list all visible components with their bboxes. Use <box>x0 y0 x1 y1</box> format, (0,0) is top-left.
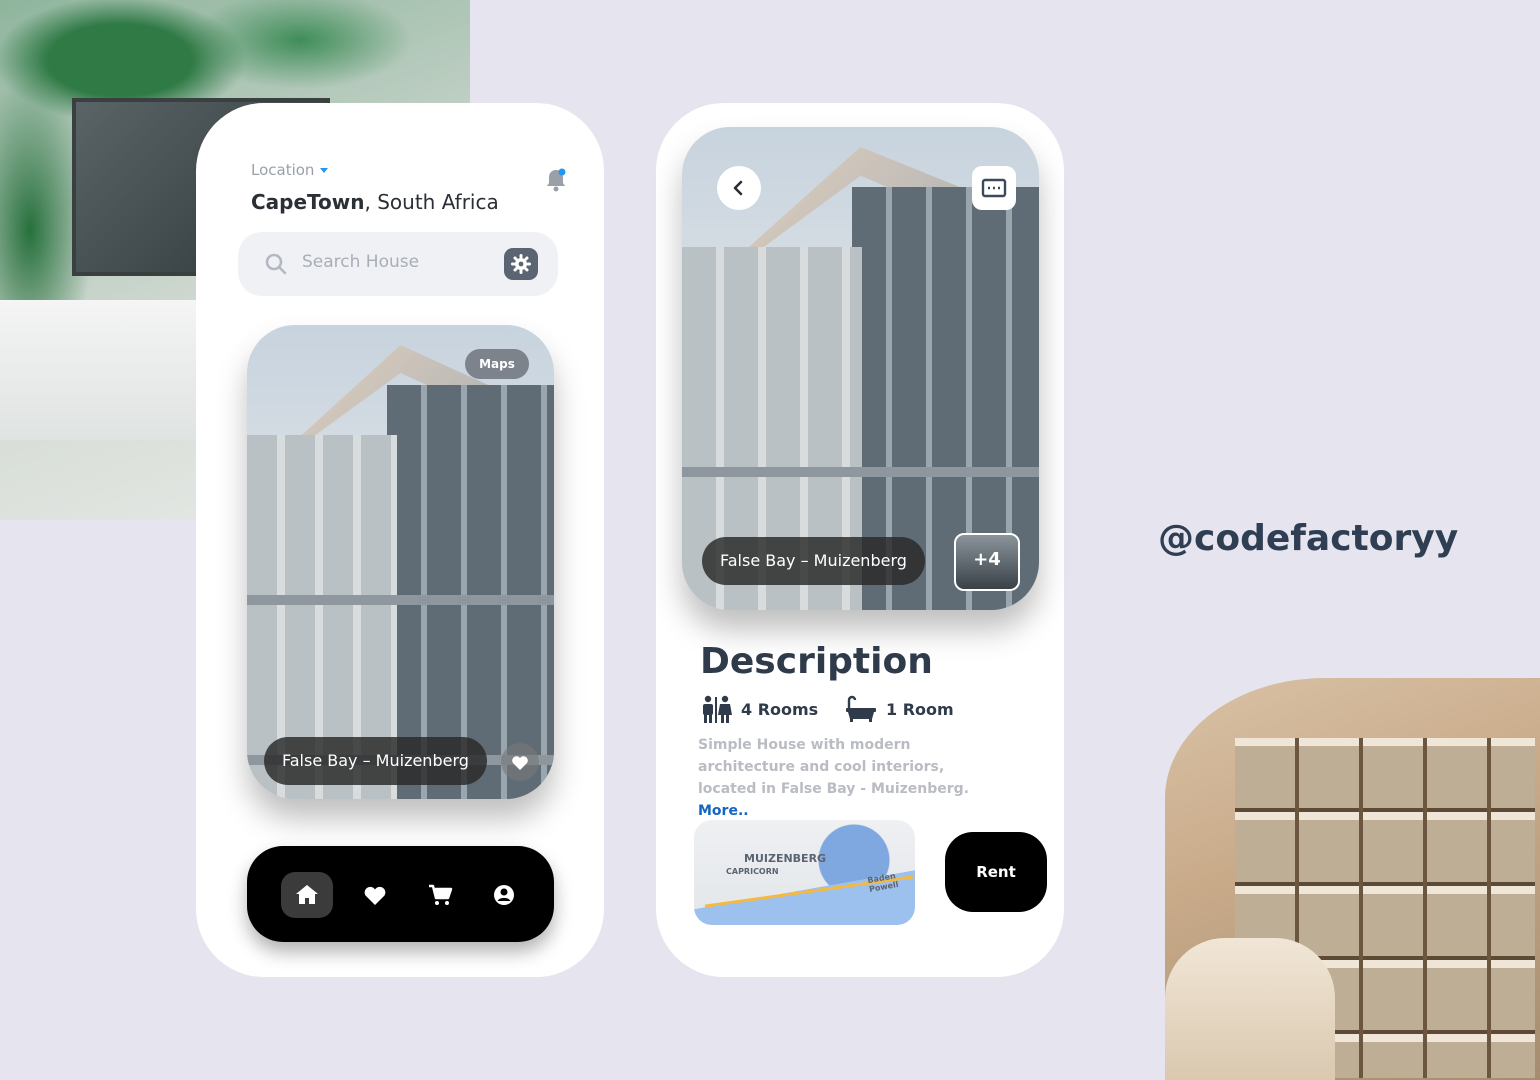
rooms-count: 4 Rooms <box>741 700 819 719</box>
bottom-nav <box>247 846 554 942</box>
search-input[interactable]: Search House <box>302 252 419 272</box>
map-label-road: Baden Powell <box>866 871 900 894</box>
house-detail-card: False Bay – Muizenberg +4 <box>682 127 1039 610</box>
location-value: CapeTown, South Africa <box>251 190 499 214</box>
house-title: False Bay – Muizenberg <box>264 737 487 785</box>
shelf-room-photo <box>1165 678 1540 1080</box>
house-card[interactable]: Maps False Bay – Muizenberg <box>247 325 554 799</box>
heart-icon <box>364 886 386 905</box>
location-label[interactable]: Location <box>251 161 329 179</box>
filter-button[interactable] <box>504 248 538 280</box>
home-icon <box>296 885 318 904</box>
heart-icon <box>512 756 528 770</box>
city-name: CapeTown <box>251 190 365 214</box>
detail-screen: False Bay – Muizenberg +4 Description 4 … <box>656 103 1064 977</box>
bath-count: 1 Room <box>886 700 954 719</box>
chevron-left-icon <box>733 180 743 196</box>
map-label-sub: CAPRICORN <box>726 867 779 876</box>
house-title: False Bay – Muizenberg <box>702 537 925 585</box>
more-link[interactable]: More.. <box>698 803 749 819</box>
home-screen: Location CapeTown, South Africa Search H… <box>196 103 604 977</box>
nav-favorites[interactable] <box>349 872 401 918</box>
house-photo <box>247 325 554 799</box>
location-label-text: Location <box>251 161 315 179</box>
favorite-button[interactable] <box>501 743 539 781</box>
back-button[interactable] <box>717 166 761 210</box>
more-photos-count: +4 <box>973 549 1001 570</box>
maps-button[interactable]: Maps <box>465 349 529 379</box>
nav-home[interactable] <box>281 872 333 918</box>
nav-profile[interactable] <box>478 872 530 918</box>
search-icon <box>264 252 288 276</box>
author-handle: @codefactoryy <box>1158 518 1459 559</box>
gallery-button[interactable] <box>972 166 1016 210</box>
nav-cart[interactable] <box>414 872 466 918</box>
rent-button[interactable]: Rent <box>945 832 1047 912</box>
cart-icon <box>429 884 453 905</box>
description-body: Simple House with modern architecture an… <box>698 737 970 797</box>
map-label-area: MUIZENBERG <box>744 852 827 865</box>
user-icon <box>494 885 514 905</box>
gear-icon <box>511 254 531 274</box>
restroom-icon <box>703 695 732 723</box>
more-photos-thumb[interactable]: +4 <box>954 533 1020 591</box>
bell-icon[interactable] <box>544 167 568 193</box>
description-heading: Description <box>700 641 933 682</box>
caret-down-icon <box>320 168 329 173</box>
gallery-icon <box>981 178 1007 198</box>
country-name: , South Africa <box>364 190 499 214</box>
description-text: Simple House with modern architecture an… <box>698 734 988 822</box>
search-bar[interactable]: Search House <box>238 232 558 296</box>
bathtub-icon <box>846 695 876 722</box>
location-map[interactable]: MUIZENBERG CAPRICORN Baden Powell <box>694 820 915 925</box>
armchair-shape <box>1165 938 1335 1080</box>
